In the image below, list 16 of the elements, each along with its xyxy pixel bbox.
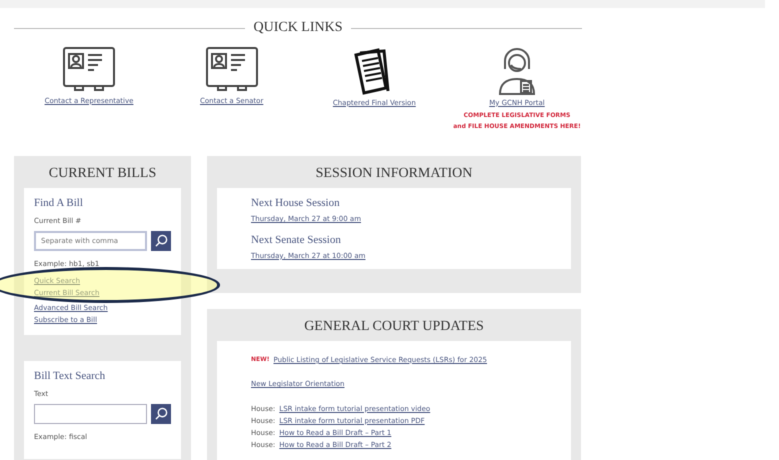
panel-title: GENERAL COURT UPDATES xyxy=(303,318,485,336)
search-icon xyxy=(154,407,168,420)
search-button[interactable] xyxy=(151,230,171,251)
panel-title: SESSION INFORMATION xyxy=(314,165,474,184)
id-card-icon xyxy=(206,46,258,93)
form-heading: Find A Bill xyxy=(34,196,84,210)
id-card-icon xyxy=(63,46,115,93)
session-heading: Next House Session xyxy=(251,196,341,210)
section-title: QUICK LINKS xyxy=(253,20,343,37)
search-icon xyxy=(154,234,168,248)
search-button[interactable] xyxy=(151,404,171,424)
panel-title: CURRENT BILLS xyxy=(48,165,158,184)
input-field[interactable] xyxy=(34,404,148,424)
form-heading: Bill Text Search xyxy=(34,370,106,384)
session-heading: Next Senate Session xyxy=(251,234,342,247)
support-agent-icon xyxy=(496,46,537,95)
